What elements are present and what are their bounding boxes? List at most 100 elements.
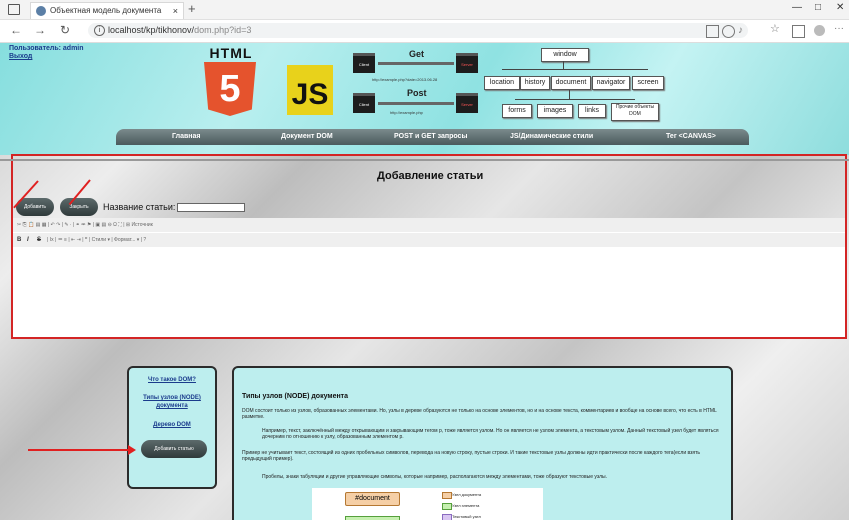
menu-item-home[interactable]: Главная [172, 129, 200, 145]
close-window-button[interactable]: ✕ [836, 2, 844, 13]
refresh-icon[interactable]: ↻ [60, 23, 70, 37]
diagram-document-node: #document [345, 492, 400, 506]
legend-label: Текстовый узел [452, 514, 481, 519]
post-label: Post [407, 88, 427, 98]
more-menu-icon[interactable]: ··· [834, 24, 845, 36]
bold-button[interactable]: B [17, 233, 21, 247]
article-paragraph: DOM состоит только из узлов, образованны… [242, 408, 717, 420]
page-viewport: Пользователь: admin Выход HTML 5 JS Clie… [0, 43, 849, 520]
add-button[interactable]: Добавить [16, 198, 54, 216]
tab-title: Объектная модель документа [50, 6, 162, 15]
browser-titlebar: Объектная модель документа × + — □ ✕ [0, 0, 849, 20]
tree-line [563, 61, 564, 69]
annotation-arrowhead [128, 445, 136, 455]
zoom-icon[interactable] [722, 25, 735, 38]
server-icon: Server [456, 53, 478, 73]
profile-avatar[interactable] [814, 25, 825, 36]
favorites-icon[interactable]: ☆ [770, 24, 781, 36]
tree-line [502, 69, 648, 70]
diagram-element-node [345, 516, 400, 520]
tab-close-icon[interactable]: × [173, 3, 178, 19]
strike-button[interactable]: S [37, 233, 41, 247]
editor-toolbar-1: ✂ ⎘ 📋 ▤ ▦ | ↶ ↷ | ✎ · | ⚭ ⚮ ⚑ | ▣ ▤ ⊖ Ω … [13, 218, 845, 232]
article-paragraph: Пример не учитывает текст, состоящий из … [242, 450, 701, 462]
main-menu: Главная Документ DOM POST и GET запросы … [116, 129, 749, 145]
tree-line [569, 90, 570, 99]
divider [0, 159, 849, 161]
article-name-input[interactable] [177, 203, 245, 212]
menu-item-dom[interactable]: Документ DOM [281, 129, 333, 145]
new-tab-button[interactable]: + [188, 1, 196, 16]
dom-node-document: document [551, 76, 591, 90]
url-field[interactable]: i localhost/kp/tikhonov/dom.php?id=3 [88, 23, 748, 38]
dom-node-navigator: navigator [592, 76, 630, 90]
article-paragraph: Например, текст, заключённый между откры… [262, 428, 719, 440]
legend-label: Узел элемента [452, 503, 480, 508]
article-title: Типы узлов (NODE) документа [242, 393, 349, 400]
collections-icon[interactable] [792, 25, 805, 38]
url-path: dom.php?id=3 [194, 25, 252, 35]
article-content: Типы узлов (NODE) документа DOM состоит … [232, 366, 733, 520]
node-diagram: #document Узел документа Узел элемента Т… [312, 488, 543, 520]
article-name-label: Название статьи: [103, 202, 176, 212]
get-label: Get [409, 49, 425, 59]
client-icon: Client [353, 53, 375, 73]
minimize-button[interactable]: — [792, 2, 802, 13]
legend-document: Узел документа [442, 492, 482, 499]
rich-text-editor[interactable]: ✂ ⎘ 📋 ▤ ▦ | ↶ ↷ | ✎ · | ⚭ ⚮ ⚑ | ▣ ▤ ⊖ Ω … [13, 218, 845, 337]
annotation-arrow [28, 449, 134, 451]
html5-shield-icon: 5 [204, 62, 256, 116]
dom-node-other: Прочие объекты DOM [611, 103, 659, 121]
logout-link[interactable]: Выход [9, 53, 84, 61]
menu-item-js-styles[interactable]: JS/Динамические стили [510, 129, 593, 145]
js-logo-icon: JS [287, 65, 333, 115]
legend-label: Узел документа [452, 492, 482, 497]
tab-actions-icon[interactable] [8, 4, 20, 15]
italic-button[interactable]: I [27, 233, 29, 247]
favicon-icon [36, 6, 46, 16]
menu-item-post-get[interactable]: POST и GET запросы [394, 129, 467, 145]
dom-node-history: history [520, 76, 550, 90]
get-arrow [378, 62, 454, 65]
sidebar-link-node-types[interactable]: Типы узлов (NODE) документа [129, 394, 215, 410]
address-bar-row: ← → ↻ i localhost/kp/tikhonov/dom.php?id… [0, 20, 849, 43]
post-arrow [378, 102, 454, 105]
tree-line [515, 99, 635, 100]
html-word: HTML [209, 45, 253, 61]
editor-toolbar-2: B I S | Ix | ≔ ≡ | ⇤ ⇥ | ❞ | Стили ▾ | Ф… [13, 233, 845, 247]
dom-node-window: window [541, 48, 589, 62]
menu-item-canvas[interactable]: Тег <CANVAS> [666, 129, 716, 145]
dom-node-location: location [484, 76, 520, 90]
editor-toolbar-1-icons[interactable]: ✂ ⎘ 📋 ▤ ▦ | ↶ ↷ | ✎ · | ⚭ ⚮ ⚑ | ▣ ▤ ⊖ Ω … [17, 218, 153, 232]
dom-node-links: links [578, 104, 606, 118]
user-block: Пользователь: admin Выход [9, 45, 84, 61]
site-info-icon[interactable]: i [94, 25, 105, 36]
sidebar-link-what-is-dom[interactable]: Что такое DOM? [129, 376, 215, 384]
html5-logo: HTML [204, 45, 258, 61]
panel-title: Добавление статьи [377, 170, 484, 182]
app-icon[interactable] [706, 25, 719, 38]
get-url-text: http://example.php?date=2013.06.28 [372, 77, 438, 82]
read-aloud-icon[interactable]: ♪ [738, 25, 749, 36]
post-url-text: http://example.php [390, 110, 423, 115]
maximize-button[interactable]: □ [815, 2, 821, 13]
client-icon-2: Client [353, 93, 375, 113]
dom-node-forms: forms [502, 104, 532, 118]
add-article-panel: Добавление статьи Добавить Закрыть Назва… [11, 154, 847, 339]
sidebar-link-dom-tree[interactable]: Дерево DOM [129, 421, 215, 429]
dom-node-images: images [537, 104, 573, 118]
site-header: Пользователь: admin Выход HTML 5 JS Clie… [0, 43, 849, 155]
add-article-button[interactable]: Добавить статью [141, 440, 207, 458]
legend-text: Текстовый узел [442, 514, 481, 520]
editor-toolbar-2-icons[interactable]: | Ix | ≔ ≡ | ⇤ ⇥ | ❞ | Стили ▾ | Формат.… [47, 233, 146, 247]
article-sidebar: Что такое DOM? Типы узлов (NODE) докумен… [127, 366, 217, 489]
legend-element: Узел элемента [442, 503, 480, 510]
close-button[interactable]: Закрыть [60, 198, 98, 216]
editor-body[interactable] [13, 248, 845, 336]
url-main: localhost/kp/tikhonov/ [108, 25, 195, 35]
forward-icon[interactable]: → [34, 23, 46, 37]
browser-tab[interactable]: Объектная модель документа × [30, 2, 184, 19]
back-icon[interactable]: ← [10, 23, 22, 37]
server-icon-2: Server [456, 93, 478, 113]
dom-node-screen: screen [632, 76, 664, 90]
